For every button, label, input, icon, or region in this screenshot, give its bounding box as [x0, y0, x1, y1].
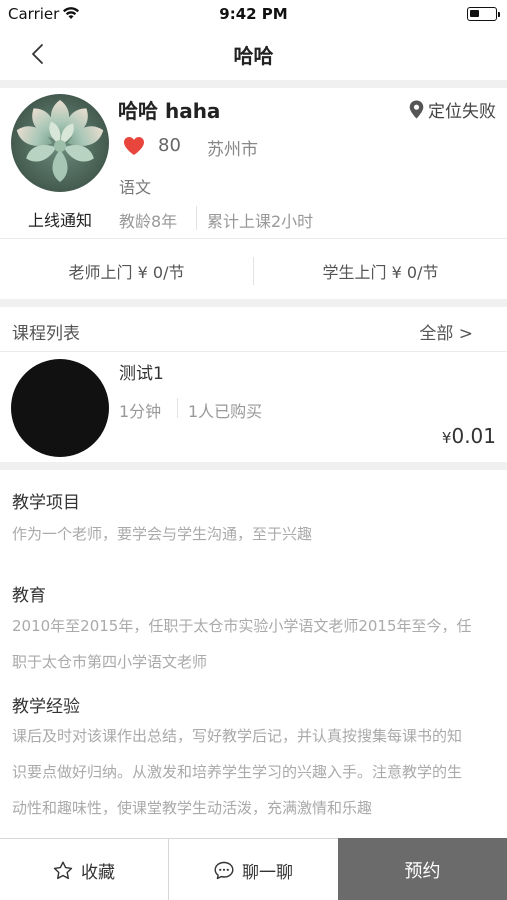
- section-divider: [0, 80, 507, 88]
- home-visit-price: 老师上门 ¥ 0/节: [68, 263, 185, 282]
- education-text: 2010年至2015年，任职于太仓市实验小学语文老师2015年至今，任 职于太仓…: [12, 608, 496, 680]
- status-bar: Carrier 9:42 PM: [0, 0, 507, 28]
- teaching-years: 教龄8年: [119, 212, 178, 231]
- succulent-avatar-image: [11, 94, 109, 192]
- course-name: 测试1: [119, 364, 164, 384]
- course-thumbnail: [11, 359, 109, 457]
- location-pin-icon: [409, 100, 424, 119]
- divider: [0, 351, 507, 352]
- page-title: 哈哈: [233, 44, 274, 68]
- location-status[interactable]: 定位失败: [409, 97, 496, 122]
- course-price: ¥0.01: [442, 424, 496, 448]
- text-line: 2010年至2015年，任职于太仓市实验小学语文老师2015年至今，任: [12, 617, 472, 635]
- text-line: 识要点做好归纳。从激发和培养学生学习的兴趣入手。注意教学的生: [12, 763, 463, 781]
- course-price-value: 0.01: [451, 424, 496, 448]
- heart-icon[interactable]: [123, 136, 145, 156]
- chat-bubble-icon: [214, 861, 234, 879]
- view-all-courses-link[interactable]: 全部 >: [419, 319, 473, 344]
- teaching-project-title: 教学项目: [12, 493, 80, 513]
- nav-bar: 哈哈: [0, 28, 507, 80]
- favorite-label: 收藏: [81, 862, 115, 883]
- status-time: 9:42 PM: [219, 5, 288, 23]
- course-meta-separator: [177, 398, 178, 418]
- divider: [0, 238, 507, 239]
- teacher-name: 哈哈 haha: [118, 99, 221, 123]
- city-label: 苏州市: [207, 140, 258, 160]
- favorite-button[interactable]: 收藏: [0, 839, 169, 900]
- subject-label: 语文: [119, 178, 152, 197]
- teaching-experience-title: 教学经验: [12, 697, 80, 717]
- text-line: 职于太仓市第四小学语文老师: [12, 653, 208, 671]
- section-divider: [0, 462, 507, 470]
- battery-icon: [467, 7, 500, 21]
- teaching-experience-text: 课后及时对该课作出总结，写好教学后记，并认真按搜集每课书的知 识要点做好归纳。从…: [12, 718, 496, 826]
- online-notice-button[interactable]: 上线通知: [0, 207, 120, 231]
- total-class-hours: 累计上课2小时: [207, 212, 314, 231]
- education-title: 教育: [12, 586, 46, 606]
- text-line: 课后及时对该课作出总结，写好教学后记，并认真按搜集每课书的知: [12, 727, 463, 745]
- course-duration: 1分钟: [119, 402, 162, 421]
- course-list-title: 课程列表: [12, 324, 80, 344]
- teaching-project-text: 作为一个老师，要学会与学生沟通，至于兴趣: [12, 516, 496, 552]
- course-buyer-count: 1人已购买: [188, 402, 263, 421]
- avatar[interactable]: [11, 94, 109, 192]
- student-visit-price: 学生上门 ¥ 0/节: [322, 263, 439, 282]
- book-button[interactable]: 预约: [338, 838, 507, 900]
- stat-separator: [196, 206, 197, 230]
- bottom-action-bar: 收藏 聊一聊 预约: [0, 838, 507, 900]
- chat-button[interactable]: 聊一聊: [169, 839, 338, 900]
- like-count: 80: [158, 135, 181, 156]
- text-line: 动性和趣味性，使课堂教学生动活泼，充满激情和乐趣: [12, 799, 373, 817]
- star-icon: [53, 861, 73, 879]
- chat-label: 聊一聊: [242, 862, 293, 883]
- section-divider: [0, 299, 507, 307]
- location-label: 定位失败: [428, 102, 496, 122]
- text-line: 作为一个老师，要学会与学生沟通，至于兴趣: [12, 525, 313, 543]
